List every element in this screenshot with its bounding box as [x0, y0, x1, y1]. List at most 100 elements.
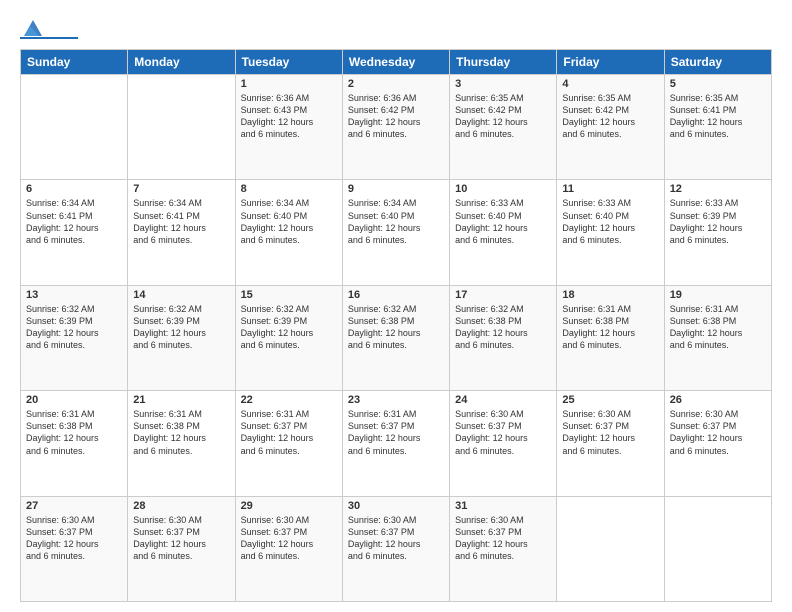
- day-info: Sunrise: 6:30 AM Sunset: 6:37 PM Dayligh…: [26, 514, 122, 563]
- calendar-cell: 11 Sunrise: 6:33 AM Sunset: 6:40 PM Dayli…: [557, 180, 664, 285]
- day-number: 3: [455, 78, 551, 90]
- header-thursday: Thursday: [450, 50, 557, 75]
- day-info: Sunrise: 6:32 AM Sunset: 6:38 PM Dayligh…: [348, 303, 444, 352]
- day-info: Sunrise: 6:32 AM Sunset: 6:39 PM Dayligh…: [133, 303, 229, 352]
- calendar-cell: 12 Sunrise: 6:33 AM Sunset: 6:39 PM Dayli…: [664, 180, 771, 285]
- day-info: Sunrise: 6:31 AM Sunset: 6:37 PM Dayligh…: [348, 408, 444, 457]
- calendar-cell: 30Sunrise: 6:30 AM Sunset: 6:37 PM Dayli…: [342, 496, 449, 601]
- calendar-cell: 24 Sunrise: 6:30 AM Sunset: 6:37 PM Dayli…: [450, 391, 557, 496]
- day-info: Sunrise: 6:31 AM Sunset: 6:37 PM Dayligh…: [241, 408, 337, 457]
- day-info: Sunrise: 6:34 AM Sunset: 6:40 PM Dayligh…: [348, 197, 444, 246]
- calendar-cell: 23 Sunrise: 6:31 AM Sunset: 6:37 PM Dayli…: [342, 391, 449, 496]
- calendar-cell: 31 Sunrise: 6:30 AM Sunset: 6:37 PM Dayli…: [450, 496, 557, 601]
- calendar-cell: 25 Sunrise: 6:30 AM Sunset: 6:37 PM Dayli…: [557, 391, 664, 496]
- calendar-cell: 21 Sunrise: 6:31 AM Sunset: 6:38 PM Dayli…: [128, 391, 235, 496]
- day-info: Sunrise: 6:34 AM Sunset: 6:41 PM Dayligh…: [133, 197, 229, 246]
- day-info: Sunrise: 6:30 AM Sunset: 6:37 PM Dayligh…: [455, 408, 551, 457]
- day-info: Sunrise: 6:31 AM Sunset: 6:38 PM Dayligh…: [670, 303, 766, 352]
- day-number: 6: [26, 183, 122, 195]
- day-info: Sunrise: 6:34 AM Sunset: 6:40 PM Dayligh…: [241, 197, 337, 246]
- day-info: Sunrise: 6:35 AM Sunset: 6:42 PM Dayligh…: [562, 92, 658, 141]
- calendar-cell: 3Sunrise: 6:35 AM Sunset: 6:42 PM Daylig…: [450, 75, 557, 180]
- header-saturday: Saturday: [664, 50, 771, 75]
- calendar-cell: 9 Sunrise: 6:34 AM Sunset: 6:40 PM Daylig…: [342, 180, 449, 285]
- calendar-cell: 19 Sunrise: 6:31 AM Sunset: 6:38 PM Dayli…: [664, 285, 771, 390]
- day-number: 20: [26, 394, 122, 406]
- calendar-cell: [557, 496, 664, 601]
- day-info: Sunrise: 6:30 AM Sunset: 6:37 PM Dayligh…: [241, 514, 337, 563]
- day-info: Sunrise: 6:36 AM Sunset: 6:42 PM Dayligh…: [348, 92, 444, 141]
- calendar-cell: 15 Sunrise: 6:32 AM Sunset: 6:39 PM Dayli…: [235, 285, 342, 390]
- calendar-cell: [664, 496, 771, 601]
- day-info: Sunrise: 6:33 AM Sunset: 6:39 PM Dayligh…: [670, 197, 766, 246]
- day-number: 12: [670, 183, 766, 195]
- calendar-cell: 13Sunrise: 6:32 AM Sunset: 6:39 PM Dayli…: [21, 285, 128, 390]
- calendar-cell: 17 Sunrise: 6:32 AM Sunset: 6:38 PM Dayli…: [450, 285, 557, 390]
- day-number: 29: [241, 500, 337, 512]
- day-number: 27: [26, 500, 122, 512]
- day-number: 1: [241, 78, 337, 90]
- header-tuesday: Tuesday: [235, 50, 342, 75]
- day-number: 2: [348, 78, 444, 90]
- header-monday: Monday: [128, 50, 235, 75]
- header: [20, 18, 772, 39]
- day-number: 22: [241, 394, 337, 406]
- calendar-cell: 1 Sunrise: 6:36 AM Sunset: 6:43 PM Daylig…: [235, 75, 342, 180]
- calendar-week-2: 6 Sunrise: 6:34 AM Sunset: 6:41 PM Daylig…: [21, 180, 772, 285]
- day-number: 8: [241, 183, 337, 195]
- calendar-week-5: 27 Sunrise: 6:30 AM Sunset: 6:37 PM Dayli…: [21, 496, 772, 601]
- day-number: 21: [133, 394, 229, 406]
- day-number: 28: [133, 500, 229, 512]
- day-info: Sunrise: 6:31 AM Sunset: 6:38 PM Dayligh…: [26, 408, 122, 457]
- day-number: 25: [562, 394, 658, 406]
- day-number: 24: [455, 394, 551, 406]
- calendar-cell: 22 Sunrise: 6:31 AM Sunset: 6:37 PM Dayli…: [235, 391, 342, 496]
- calendar-cell: 8 Sunrise: 6:34 AM Sunset: 6:40 PM Daylig…: [235, 180, 342, 285]
- header-wednesday: Wednesday: [342, 50, 449, 75]
- calendar-cell: 14 Sunrise: 6:32 AM Sunset: 6:39 PM Dayli…: [128, 285, 235, 390]
- day-info: Sunrise: 6:33 AM Sunset: 6:40 PM Dayligh…: [455, 197, 551, 246]
- day-number: 7: [133, 183, 229, 195]
- calendar-cell: 26 Sunrise: 6:30 AM Sunset: 6:37 PM Dayli…: [664, 391, 771, 496]
- calendar-cell: 2 Sunrise: 6:36 AM Sunset: 6:42 PM Daylig…: [342, 75, 449, 180]
- page: Sunday Monday Tuesday Wednesday Thursday…: [0, 0, 792, 612]
- day-number: 19: [670, 289, 766, 301]
- calendar-cell: 10 Sunrise: 6:33 AM Sunset: 6:40 PM Dayli…: [450, 180, 557, 285]
- day-info: Sunrise: 6:32 AM Sunset: 6:39 PM Dayligh…: [241, 303, 337, 352]
- day-info: Sunrise: 6:34 AM Sunset: 6:41 PM Dayligh…: [26, 197, 122, 246]
- calendar-week-3: 13Sunrise: 6:32 AM Sunset: 6:39 PM Dayli…: [21, 285, 772, 390]
- day-number: 9: [348, 183, 444, 195]
- day-number: 31: [455, 500, 551, 512]
- day-number: 26: [670, 394, 766, 406]
- day-number: 14: [133, 289, 229, 301]
- header-sunday: Sunday: [21, 50, 128, 75]
- calendar-cell: 27 Sunrise: 6:30 AM Sunset: 6:37 PM Dayli…: [21, 496, 128, 601]
- day-number: 30: [348, 500, 444, 512]
- day-info: Sunrise: 6:33 AM Sunset: 6:40 PM Dayligh…: [562, 197, 658, 246]
- day-info: Sunrise: 6:30 AM Sunset: 6:37 PM Dayligh…: [562, 408, 658, 457]
- calendar-cell: 29 Sunrise: 6:30 AM Sunset: 6:37 PM Dayli…: [235, 496, 342, 601]
- calendar-cell: 7 Sunrise: 6:34 AM Sunset: 6:41 PM Daylig…: [128, 180, 235, 285]
- calendar-cell: 6 Sunrise: 6:34 AM Sunset: 6:41 PM Daylig…: [21, 180, 128, 285]
- day-info: Sunrise: 6:32 AM Sunset: 6:38 PM Dayligh…: [455, 303, 551, 352]
- day-info: Sunrise: 6:30 AM Sunset: 6:37 PM Dayligh…: [133, 514, 229, 563]
- day-info: Sunrise: 6:30 AM Sunset: 6:37 PM Dayligh…: [455, 514, 551, 563]
- calendar-cell: [128, 75, 235, 180]
- weekday-header-row: Sunday Monday Tuesday Wednesday Thursday…: [21, 50, 772, 75]
- day-number: 16: [348, 289, 444, 301]
- day-number: 15: [241, 289, 337, 301]
- day-number: 23: [348, 394, 444, 406]
- day-number: 17: [455, 289, 551, 301]
- day-info: Sunrise: 6:30 AM Sunset: 6:37 PM Dayligh…: [670, 408, 766, 457]
- day-number: 4: [562, 78, 658, 90]
- day-number: 10: [455, 183, 551, 195]
- day-number: 18: [562, 289, 658, 301]
- calendar-week-1: 1 Sunrise: 6:36 AM Sunset: 6:43 PM Daylig…: [21, 75, 772, 180]
- day-number: 5: [670, 78, 766, 90]
- day-number: 11: [562, 183, 658, 195]
- calendar-cell: 28 Sunrise: 6:30 AM Sunset: 6:37 PM Dayli…: [128, 496, 235, 601]
- calendar-week-4: 20 Sunrise: 6:31 AM Sunset: 6:38 PM Dayli…: [21, 391, 772, 496]
- day-info: Sunrise: 6:31 AM Sunset: 6:38 PM Dayligh…: [133, 408, 229, 457]
- logo-icon: [22, 18, 44, 38]
- day-info: Sunrise: 6:36 AM Sunset: 6:43 PM Dayligh…: [241, 92, 337, 141]
